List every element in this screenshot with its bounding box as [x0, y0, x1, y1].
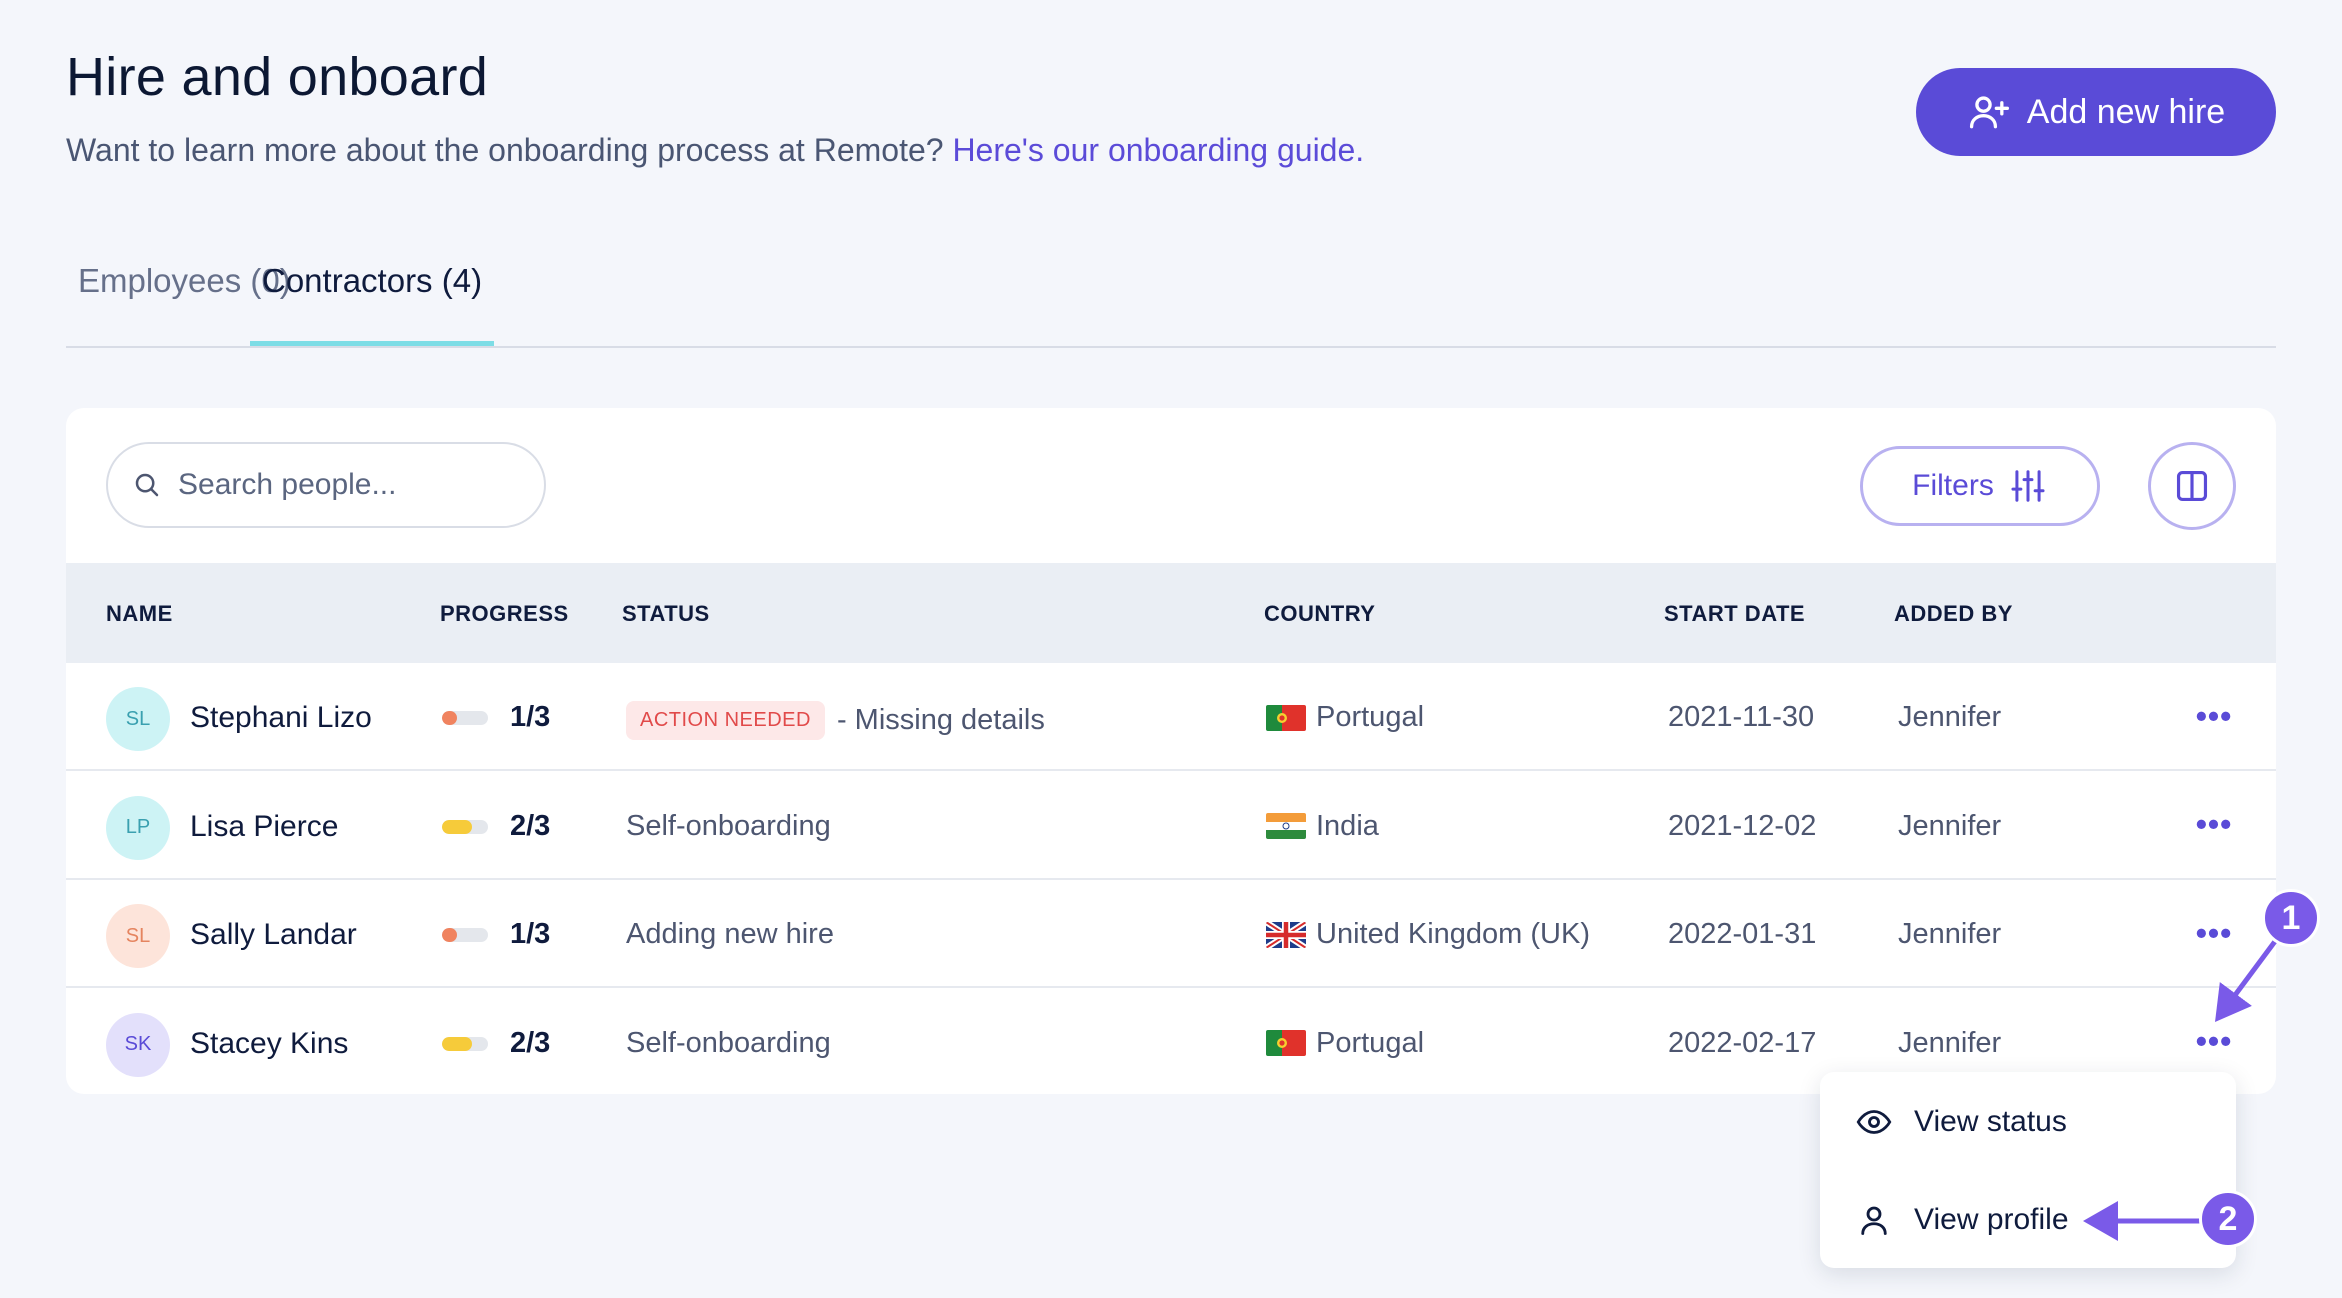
start-date: 2021-11-30	[1668, 701, 1815, 733]
progress-bar	[442, 711, 488, 725]
person-name[interactable]: Lisa Pierce	[190, 810, 338, 844]
search-box	[106, 442, 546, 528]
progress-count: 1/3	[510, 918, 551, 950]
more-actions-button[interactable]: •••	[2186, 691, 2242, 741]
eye-icon	[1856, 1110, 1892, 1134]
more-actions-button[interactable]: •••	[2186, 908, 2242, 958]
person-name[interactable]: Stacey Kins	[190, 1027, 348, 1061]
people-table-card: Filters NAME PROGRESS STATUS COUNTRY STA…	[66, 408, 2276, 1094]
country-name: Portugal	[1316, 701, 1425, 733]
country-cell: Portugal	[1266, 701, 1424, 734]
page-title: Hire and onboard	[66, 47, 489, 107]
more-icon: •••	[2195, 914, 2233, 951]
filters-label: Filters	[1912, 469, 1994, 502]
status-text: - Missing details	[836, 704, 1045, 736]
country-cell: India	[1266, 810, 1379, 843]
country-name: India	[1316, 809, 1379, 842]
column-header-added-by[interactable]: ADDED BY	[1894, 601, 2013, 627]
india-flag-icon	[1266, 813, 1306, 839]
column-header-name[interactable]: NAME	[106, 601, 173, 627]
start-date: 2021-12-02	[1668, 809, 1817, 842]
portugal-flag-icon	[1266, 1030, 1306, 1056]
person-name[interactable]: Stephani Lizo	[190, 701, 372, 735]
more-icon: •••	[2195, 806, 2233, 842]
status-cell: ACTION NEEDED - Missing details	[626, 701, 1045, 740]
added-by: Jennifer	[1898, 701, 2002, 733]
column-header-progress[interactable]: PROGRESS	[440, 601, 569, 627]
column-header-start-date[interactable]: START DATE	[1664, 601, 1805, 627]
added-by: Jennifer	[1898, 809, 2002, 842]
search-input[interactable]	[178, 468, 518, 502]
status-badge: ACTION NEEDED	[626, 701, 825, 740]
progress-bar	[442, 1036, 488, 1051]
progress-count: 2/3	[510, 809, 551, 842]
more-icon: •••	[2195, 1023, 2233, 1059]
search-icon	[135, 473, 159, 497]
menu-item-label: View status	[1914, 1105, 2067, 1138]
portugal-flag-icon	[1266, 704, 1306, 731]
more-actions-button[interactable]: •••	[2186, 800, 2242, 850]
user-icon	[1861, 1206, 1887, 1235]
status-cell: Adding new hire	[626, 918, 834, 951]
column-header-country[interactable]: COUNTRY	[1264, 601, 1375, 627]
sliders-icon	[2011, 470, 2045, 502]
filters-button[interactable]: Filters	[1860, 446, 2100, 526]
table-row[interactable]: SL Sally Landar 1/3 Adding new hire Unit…	[66, 880, 2276, 988]
annotation-marker-1: 1	[2262, 889, 2320, 947]
more-icon: •••	[2195, 697, 2233, 734]
columns-icon	[2176, 470, 2208, 502]
table-header: NAME PROGRESS STATUS COUNTRY START DATE …	[66, 563, 2276, 663]
country-cell: United Kingdom (UK)	[1266, 918, 1590, 951]
status-cell: Self-onboarding	[626, 1027, 831, 1060]
progress-count: 2/3	[510, 1026, 551, 1059]
country-name: Portugal	[1316, 1026, 1425, 1059]
annotation-marker-2: 2	[2199, 1190, 2257, 1248]
progress-bar	[442, 819, 488, 834]
menu-item-label: View profile	[1914, 1203, 2069, 1236]
status-text: Self-onboarding	[626, 809, 831, 842]
added-by: Jennifer	[1898, 1026, 2002, 1059]
column-header-status[interactable]: STATUS	[622, 601, 710, 627]
uk-flag-icon	[1266, 921, 1306, 948]
avatar: SK	[106, 1012, 170, 1077]
table-row[interactable]: SL Stephani Lizo 1/3 ACTION NEEDED - Mis…	[66, 663, 2276, 771]
status-cell: Self-onboarding	[626, 810, 831, 843]
country-cell: Portugal	[1266, 1027, 1424, 1060]
more-actions-button[interactable]: •••	[2186, 1017, 2242, 1067]
onboarding-guide-link[interactable]: Here's our onboarding guide.	[952, 132, 1364, 168]
progress-count: 1/3	[510, 701, 551, 733]
progress-bar	[442, 928, 488, 942]
status-text: Adding new hire	[626, 918, 834, 950]
table-row[interactable]: LP Lisa Pierce 2/3 Self-onboarding India…	[66, 772, 2276, 880]
start-date: 2022-02-17	[1668, 1026, 1817, 1059]
add-user-icon	[1969, 96, 2009, 129]
columns-toggle-button[interactable]	[2148, 442, 2236, 530]
start-date: 2022-01-31	[1668, 918, 1817, 950]
subtitle-text: Want to learn more about the onboarding …	[66, 132, 944, 168]
menu-item-view-status[interactable]: View status	[1856, 1104, 2067, 1140]
added-by: Jennifer	[1898, 918, 2002, 950]
add-new-hire-button[interactable]: Add new hire	[1916, 68, 2276, 156]
tab-contractors[interactable]: Contractors (4)	[250, 262, 495, 346]
tab-bar: Employees (0) Contractors (4)	[66, 244, 2276, 348]
row-actions-menu: View status View profile	[1820, 1072, 2236, 1268]
menu-item-view-profile[interactable]: View profile	[1856, 1202, 2069, 1238]
status-text: Self-onboarding	[626, 1026, 831, 1059]
avatar: SL	[106, 904, 170, 968]
add-new-hire-label: Add new hire	[2026, 92, 2226, 131]
person-name[interactable]: Sally Landar	[190, 918, 357, 952]
avatar: SL	[106, 687, 170, 751]
country-name: United Kingdom (UK)	[1316, 918, 1590, 950]
avatar: LP	[106, 795, 170, 860]
page-subtitle: Want to learn more about the onboarding …	[66, 132, 1364, 169]
